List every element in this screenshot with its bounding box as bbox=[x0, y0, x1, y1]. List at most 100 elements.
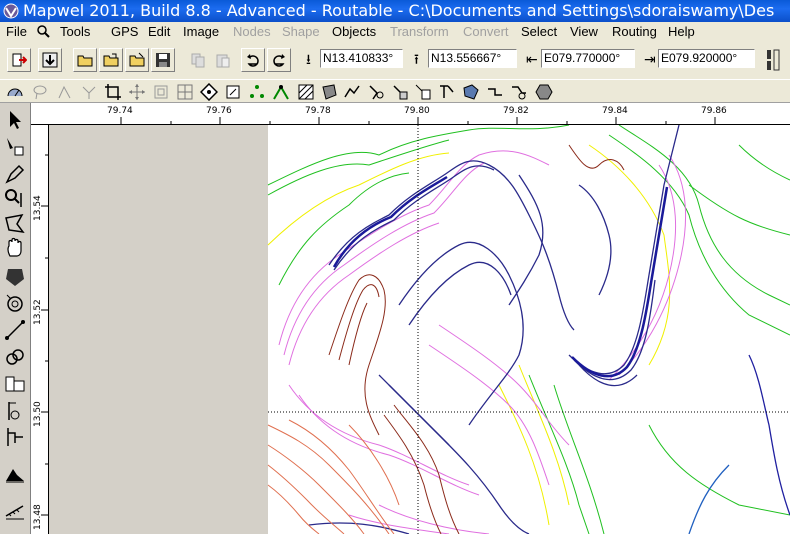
south-coordinate-field[interactable]: N13.410833° bbox=[320, 49, 403, 68]
menu-help[interactable]: Help bbox=[666, 22, 697, 41]
elevation-icon[interactable] bbox=[3, 461, 27, 485]
freehand-icon[interactable] bbox=[56, 83, 74, 101]
tools-search-icon bbox=[37, 25, 50, 38]
save-icon bbox=[156, 53, 170, 67]
hatch-fill-icon[interactable] bbox=[297, 83, 315, 101]
line-join-icon[interactable] bbox=[486, 83, 504, 101]
split-icon[interactable] bbox=[80, 83, 98, 101]
polygon-fill-icon[interactable] bbox=[3, 265, 27, 289]
gauge-icon[interactable] bbox=[6, 83, 24, 101]
open-map-button[interactable] bbox=[125, 48, 149, 72]
link-icon[interactable] bbox=[510, 83, 528, 101]
east-coordinate-field[interactable]: E079.920000° bbox=[658, 49, 755, 68]
menu-tools[interactable]: Tools bbox=[58, 22, 92, 41]
open-project-button[interactable] bbox=[99, 48, 123, 72]
polygon-tool-icon[interactable] bbox=[320, 83, 338, 101]
x-tick-label: 79.74 bbox=[107, 106, 133, 116]
title-bar: Mapwel 2011, Build 8.8 - Advanced - Rout… bbox=[0, 0, 790, 22]
north-coordinate-field[interactable]: N13.556667° bbox=[428, 49, 517, 68]
north-arrow-icon: ⭱ bbox=[414, 51, 419, 67]
x-tick-label: 79.80 bbox=[404, 106, 430, 116]
undo-button[interactable] bbox=[241, 48, 265, 72]
node-points-icon[interactable] bbox=[248, 83, 266, 101]
road-branch-icon[interactable] bbox=[3, 425, 27, 449]
diamond-icon[interactable] bbox=[200, 83, 218, 101]
building-icon[interactable] bbox=[3, 371, 27, 395]
copy-icon bbox=[191, 53, 205, 68]
x-tick-label: 79.78 bbox=[305, 106, 331, 116]
open-project-icon bbox=[103, 53, 119, 67]
redo-button[interactable] bbox=[267, 48, 291, 72]
menu-nodes[interactable]: Nodes bbox=[231, 22, 273, 41]
menu-edit[interactable]: Edit bbox=[146, 22, 172, 41]
crop-icon[interactable] bbox=[104, 83, 122, 101]
menu-view[interactable]: View bbox=[568, 22, 600, 41]
open-button[interactable] bbox=[73, 48, 97, 72]
redo-icon bbox=[273, 54, 285, 67]
west-coordinate-field[interactable]: E079.770000° bbox=[541, 49, 635, 68]
point-tool-icon[interactable] bbox=[367, 83, 385, 101]
menu-gps[interactable]: GPS bbox=[109, 22, 140, 41]
menu-file[interactable]: File bbox=[4, 22, 29, 41]
frame-icon[interactable] bbox=[152, 83, 170, 101]
map-area[interactable] bbox=[268, 125, 790, 534]
vertical-ruler: 13.54 13.52 13.50 13.48 bbox=[31, 125, 49, 534]
copy-button[interactable] bbox=[186, 48, 210, 72]
menu-image[interactable]: Image bbox=[181, 22, 221, 41]
measure-icon[interactable] bbox=[3, 498, 27, 522]
shape-select-icon[interactable] bbox=[462, 83, 480, 101]
building-tool-icon[interactable] bbox=[414, 83, 432, 101]
polyline-tool-icon[interactable] bbox=[343, 83, 361, 101]
download-icon bbox=[42, 52, 58, 68]
y-tick-label: 13.48 bbox=[33, 504, 43, 530]
routing-node-icon[interactable] bbox=[272, 83, 290, 101]
select-arrow-icon[interactable] bbox=[3, 108, 27, 132]
x-tick-label: 79.84 bbox=[602, 106, 628, 116]
move-icon[interactable] bbox=[128, 83, 146, 101]
poi-flag-icon[interactable] bbox=[3, 399, 27, 423]
save-button[interactable] bbox=[151, 48, 175, 72]
exit-icon bbox=[12, 53, 27, 67]
pen-tool-icon[interactable] bbox=[3, 162, 27, 186]
east-arrow-icon: ⇥ bbox=[644, 51, 656, 67]
menu-routing[interactable]: Routing bbox=[610, 22, 659, 41]
horizontal-ruler: 79.74 79.76 79.78 79.80 79.82 79.84 79.8… bbox=[31, 103, 790, 125]
line-tool-icon[interactable] bbox=[3, 318, 27, 342]
y-tick-label: 13.54 bbox=[33, 195, 43, 221]
import-button[interactable] bbox=[38, 48, 62, 72]
exit-button[interactable] bbox=[7, 48, 31, 72]
polygon-draw-icon[interactable] bbox=[3, 212, 27, 236]
open-folder-icon bbox=[77, 55, 93, 67]
pan-hand-icon[interactable] bbox=[3, 236, 27, 260]
menu-transform[interactable]: Transform bbox=[388, 22, 451, 41]
link-chain-icon[interactable] bbox=[3, 345, 27, 369]
open-map-icon bbox=[129, 52, 145, 67]
paste-button[interactable] bbox=[211, 48, 235, 72]
layout-icon[interactable] bbox=[766, 49, 780, 71]
x-tick-label: 79.76 bbox=[206, 106, 232, 116]
menu-select[interactable]: Select bbox=[519, 22, 559, 41]
lasso-icon[interactable] bbox=[31, 83, 49, 101]
west-arrow-icon: ⇤ bbox=[526, 51, 538, 67]
menu-objects[interactable]: Objects bbox=[330, 22, 378, 41]
poi-tool-icon[interactable] bbox=[391, 83, 409, 101]
map-canvas[interactable] bbox=[49, 125, 790, 534]
circle-tool-icon[interactable] bbox=[3, 291, 27, 315]
left-tool-palette bbox=[0, 103, 31, 534]
rotate-square-icon[interactable] bbox=[224, 83, 242, 101]
mapwel-app-icon[interactable] bbox=[3, 3, 19, 19]
hexagon-icon[interactable] bbox=[535, 83, 553, 101]
x-tick-label: 79.82 bbox=[503, 106, 529, 116]
window-title: Mapwel 2011, Build 8.8 - Advanced - Rout… bbox=[23, 1, 775, 20]
menu-shape[interactable]: Shape bbox=[280, 22, 322, 41]
menu-bar: File Tools GPS Edit Image Nodes Shape Ob… bbox=[0, 22, 790, 41]
zoom-tool-icon[interactable] bbox=[3, 187, 27, 211]
grid-icon[interactable] bbox=[176, 83, 194, 101]
node-select-icon[interactable] bbox=[3, 135, 27, 159]
undo-icon bbox=[247, 54, 259, 67]
x-tick-label: 79.86 bbox=[701, 106, 727, 116]
south-arrow-icon: ⭳ bbox=[306, 51, 311, 67]
branch-tool-icon[interactable] bbox=[438, 83, 456, 101]
y-tick-label: 13.50 bbox=[33, 401, 43, 427]
menu-convert[interactable]: Convert bbox=[461, 22, 511, 41]
